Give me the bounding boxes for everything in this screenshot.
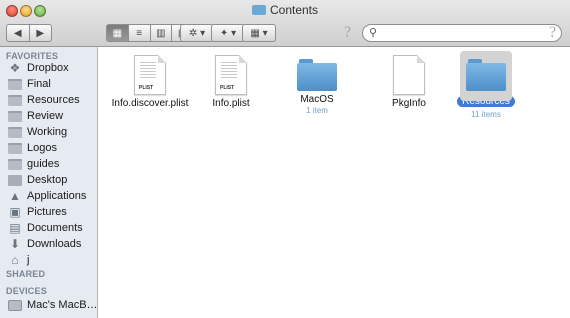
list-view-icon: ≡ (136, 27, 143, 39)
plist-file-icon: PLIST (134, 55, 166, 95)
sidebar-item-pictures[interactable]: ▣ Pictures (8, 204, 67, 220)
documents-icon: ▤ (9, 221, 21, 235)
folder-icon (8, 78, 22, 90)
file-type-tag: PLIST (139, 85, 154, 91)
folder-icon (297, 59, 337, 91)
sidebar-item-label: Downloads (27, 238, 82, 250)
item-count: 11 items (471, 110, 501, 119)
sidebar-item-final[interactable]: Final (8, 76, 51, 92)
back-arrow-icon: ◀ (13, 27, 22, 39)
sidebar-item-guides[interactable]: guides (8, 156, 59, 172)
toolbar: Contents ◀ ▶ ▦ ≡ ▥ ▤ ✲ ▾ ✦ ▾ ▦ ▾ ? ⚲ ? (0, 0, 570, 47)
sidebar-item-label: Resources (27, 94, 80, 106)
sidebar-item-dropbox[interactable]: ❖ Dropbox (8, 60, 69, 76)
plist-file-icon: PLIST (215, 55, 247, 95)
file-item[interactable]: PLIST Info.discover.plist (105, 55, 195, 109)
sidebar-item-label: Desktop (27, 174, 68, 186)
sidebar-item-documents[interactable]: ▤ Documents (8, 220, 83, 236)
sidebar-item-downloads[interactable]: ⬇ Downloads (8, 236, 81, 252)
gear-icon: ✲ ▾ (188, 27, 206, 39)
sidebar-header-shared: SHARED (6, 269, 46, 279)
desktop-icon (8, 174, 22, 186)
search-input[interactable] (381, 26, 545, 42)
sidebar-item-device[interactable]: Mac's MacB… (8, 297, 98, 313)
sidebar-item-applications[interactable]: ▲ Applications (8, 188, 86, 204)
laptop-icon (8, 299, 22, 311)
search-field[interactable]: ⚲ (362, 24, 562, 42)
folder-item-selected[interactable]: Resources 11 items (441, 51, 531, 119)
window-title-text: Contents (269, 3, 319, 17)
search-icon: ⚲ (369, 27, 378, 39)
sidebar-item-home[interactable]: ⌂ j (8, 252, 29, 268)
downloads-icon: ⬇ (9, 237, 21, 251)
folder-icon (466, 59, 506, 91)
icon-view-icon: ▦ (112, 27, 123, 39)
sidebar-item-label: Dropbox (27, 62, 69, 74)
applications-icon: ▲ (9, 189, 21, 203)
help-icon[interactable]: ? (344, 24, 351, 42)
sidebar-item-label: Final (27, 78, 51, 90)
finder-window: Contents ◀ ▶ ▦ ≡ ▥ ▤ ✲ ▾ ✦ ▾ ▦ ▾ ? ⚲ ? F… (0, 0, 570, 318)
help-icon[interactable]: ? (549, 24, 556, 42)
document-file-icon (393, 55, 425, 95)
folder-icon (8, 142, 22, 154)
sidebar-item-label: Mac's MacB… (27, 299, 98, 311)
arrange-button[interactable]: ▦ ▾ (242, 24, 276, 42)
sidebar-item-label: Logos (27, 142, 57, 154)
sidebar-item-label: Applications (27, 190, 87, 202)
file-name: Info.plist (212, 98, 250, 109)
file-type-tag: PLIST (220, 85, 235, 91)
back-forward-control: ◀ ▶ (6, 24, 52, 42)
forward-arrow-icon: ▶ (36, 27, 45, 39)
sidebar-item-resources[interactable]: Resources (8, 92, 80, 108)
list-view-button[interactable]: ≡ (129, 25, 151, 41)
back-button[interactable]: ◀ (7, 25, 30, 41)
sidebar-item-working[interactable]: Working (8, 124, 67, 140)
file-name: Info.discover.plist (111, 98, 189, 109)
folder-name: MacOS (300, 94, 334, 105)
sidebar-item-logos[interactable]: Logos (8, 140, 57, 156)
folder-item[interactable]: MacOS 1 item (272, 55, 362, 115)
folder-icon (8, 126, 22, 138)
folder-icon (8, 94, 22, 106)
sidebar-item-label: j (27, 254, 30, 266)
sidebar-item-review[interactable]: Review (8, 108, 63, 124)
column-view-icon: ▥ (156, 27, 166, 39)
sidebar-item-label: Documents (27, 222, 83, 234)
arrange-icon: ▦ ▾ (250, 27, 268, 39)
folder-icon (8, 110, 22, 122)
forward-button[interactable]: ▶ (30, 25, 52, 41)
sidebar: FAVORITES ❖ Dropbox Final Resources Revie… (0, 47, 98, 318)
window-title: Contents (0, 3, 570, 17)
sidebar-header-devices: DEVICES (6, 286, 47, 296)
item-count: 1 item (306, 106, 328, 115)
sidebar-item-label: guides (27, 158, 60, 170)
folder-icon (251, 5, 266, 15)
home-icon: ⌂ (11, 253, 19, 267)
action-button[interactable]: ✲ ▾ (180, 24, 214, 42)
icon-view-button[interactable]: ▦ (107, 25, 129, 41)
dropbox-menu-button[interactable]: ✦ ▾ (211, 24, 245, 42)
file-browser-content: PLIST Info.discover.plist PLIST Info.pli… (98, 47, 570, 318)
dropbox-icon: ✦ ▾ (219, 27, 237, 39)
sidebar-item-label: Pictures (27, 206, 67, 218)
dropbox-icon: ❖ (9, 61, 21, 75)
file-item[interactable]: PLIST Info.plist (186, 55, 276, 109)
sidebar-item-label: Working (27, 126, 68, 138)
sidebar-item-desktop[interactable]: Desktop (8, 172, 67, 188)
folder-icon (8, 158, 22, 170)
pictures-icon: ▣ (9, 205, 21, 219)
sidebar-item-label: Review (27, 110, 64, 122)
column-view-button[interactable]: ▥ (151, 25, 173, 41)
